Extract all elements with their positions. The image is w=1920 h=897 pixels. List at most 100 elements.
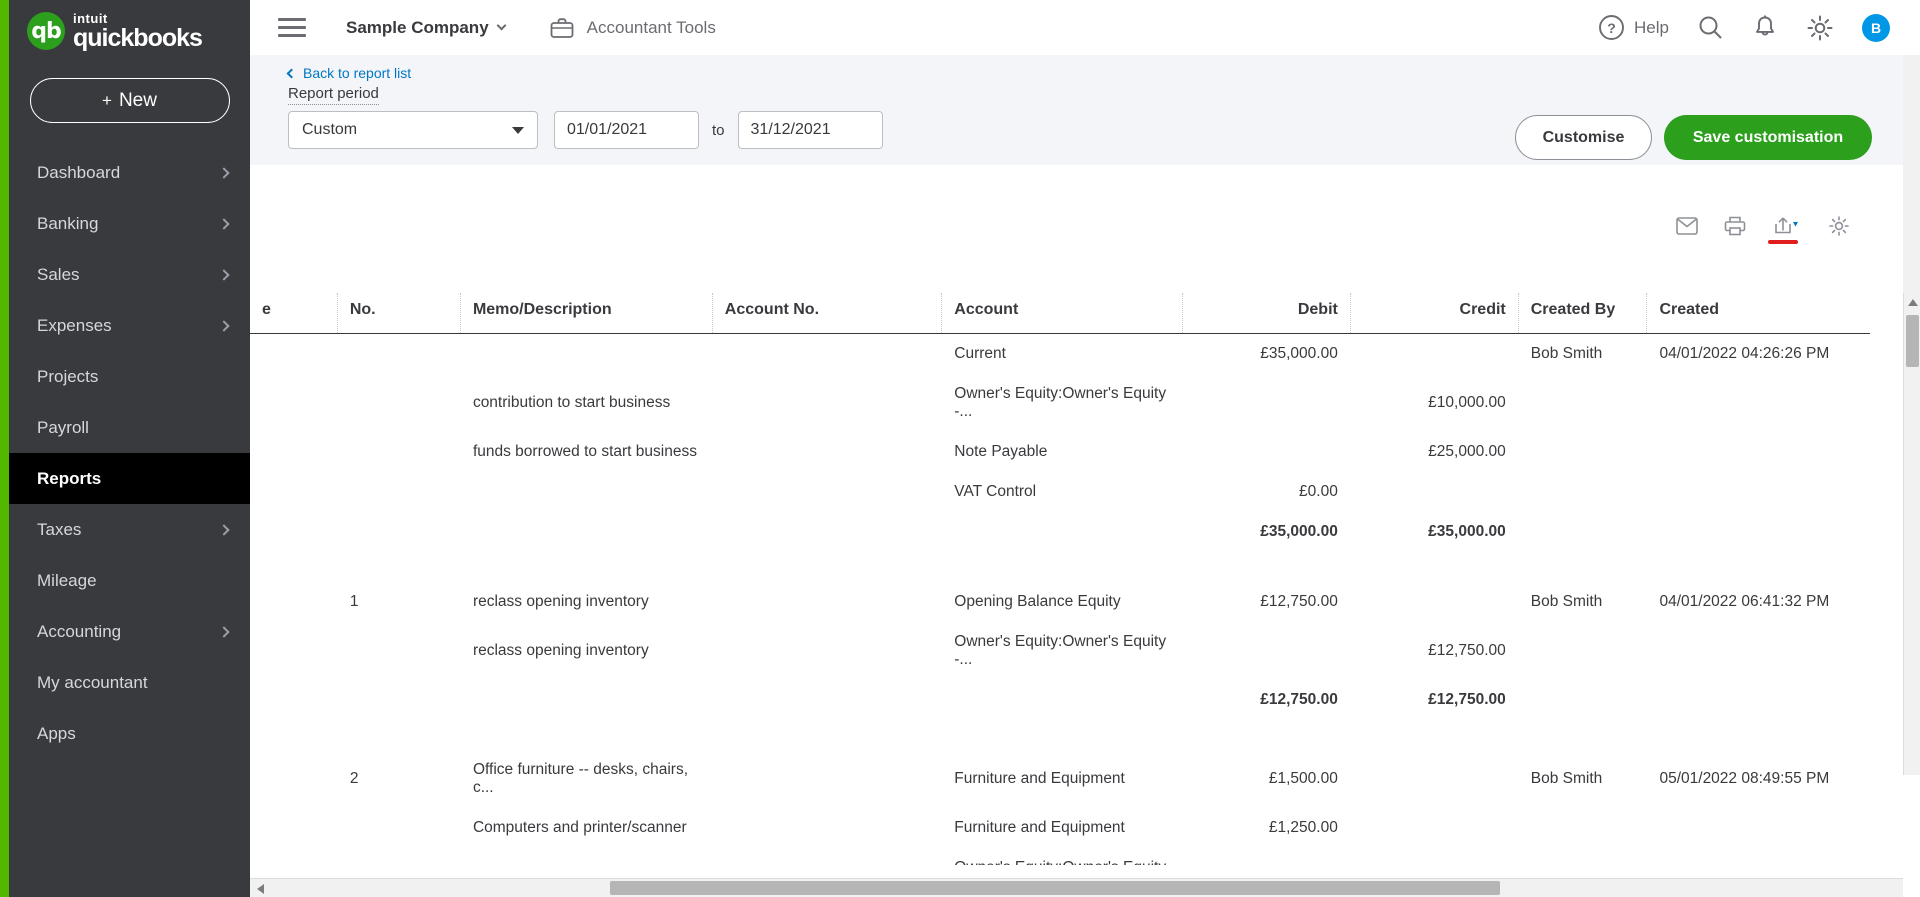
scroll-up-arrow-icon[interactable]: [1908, 299, 1918, 306]
briefcase-icon: [550, 17, 574, 38]
help-button[interactable]: ? Help: [1598, 14, 1669, 41]
table-body: Current £35,000.00 Bob Smith 04/01/2022 04:…: [250, 334, 1870, 865]
export-button[interactable]: [1768, 216, 1802, 244]
table-row[interactable]: Computers and printer/scanner Furniture a…: [250, 808, 1870, 848]
date-to-input[interactable]: [737, 111, 883, 149]
email-button[interactable]: [1676, 217, 1698, 235]
table-total-row[interactable]: £12,750.00 £12,750.00: [250, 680, 1870, 720]
back-to-report-list-link[interactable]: Back to report list: [286, 65, 411, 81]
cell-memo: contribution to start business: [472, 394, 671, 411]
vertical-scrollbar[interactable]: [1903, 293, 1920, 775]
table-row[interactable]: Current £35,000.00 Bob Smith 04/01/2022 04:…: [250, 334, 1870, 375]
cell-credit: £25,000.00: [1428, 443, 1506, 460]
email-icon: [1676, 217, 1698, 235]
chevron-down-icon: [512, 126, 524, 134]
save-customisation-button[interactable]: Save customisation: [1664, 115, 1872, 160]
cell-debit: £35,000.00: [1260, 523, 1338, 540]
chevron-right-icon: [218, 166, 230, 179]
chevron-right-icon: [218, 523, 230, 536]
horizontal-scrollbar-thumb[interactable]: [610, 881, 1500, 895]
cell-account_no: [712, 432, 941, 472]
report-header-strip: [250, 165, 1472, 203]
chevron-right-icon: [218, 217, 230, 230]
sidebar-item-sales[interactable]: Sales: [9, 249, 250, 300]
cell-account_no: [712, 374, 941, 432]
table-row[interactable]: 2 Office furniture -- desks, chairs, c...…: [250, 750, 1870, 808]
cell-account_no: [712, 622, 941, 680]
cell-account_no: [712, 808, 941, 848]
column-header-memo-description[interactable]: Memo/Description: [460, 293, 713, 334]
column-header-no[interactable]: No.: [337, 293, 461, 334]
column-header-account-no[interactable]: Account No.: [712, 293, 943, 334]
sidebar-item-projects[interactable]: Projects: [9, 351, 250, 402]
sidebar-item-label: Projects: [37, 366, 99, 386]
column-header-account[interactable]: Account: [941, 293, 1183, 334]
period-preset-select[interactable]: Custom: [288, 111, 538, 149]
print-button[interactable]: [1724, 216, 1746, 236]
column-header-e[interactable]: e: [250, 293, 338, 334]
column-header-created[interactable]: Created: [1646, 293, 1870, 334]
settings-button[interactable]: [1806, 14, 1834, 42]
cell-credit: [1350, 334, 1518, 375]
accountant-tools-button[interactable]: Accountant Tools: [550, 17, 716, 39]
sidebar-item-payroll[interactable]: Payroll: [9, 402, 250, 453]
cell-created_by: [1518, 472, 1647, 512]
cell-type: [250, 750, 337, 808]
quickbooks-logo[interactable]: qb intuit quickbooks: [9, 0, 250, 62]
cell-no: [337, 808, 460, 848]
report-table-scroll[interactable]: e No. Memo/Description Account No. Account De…: [250, 293, 1870, 865]
horizontal-scrollbar[interactable]: [250, 878, 1903, 897]
column-header-debit[interactable]: Debit: [1182, 293, 1351, 334]
customise-button[interactable]: Customise: [1515, 115, 1652, 160]
cell-no: 1: [349, 593, 359, 610]
table-row[interactable]: 1 reclass opening inventory Opening Balanc…: [250, 582, 1870, 622]
sidebar-item-apps[interactable]: Apps: [9, 708, 250, 759]
scroll-left-arrow-icon[interactable]: [257, 884, 264, 894]
sidebar-item-accounting[interactable]: Accounting: [9, 606, 250, 657]
cell-credit: [1350, 750, 1518, 808]
sidebar-item-label: Mileage: [37, 570, 97, 590]
table-total-row[interactable]: £35,000.00 £35,000.00: [250, 512, 1870, 552]
sidebar-item-taxes[interactable]: Taxes: [9, 504, 250, 555]
table-row[interactable]: funds borrowed to start business Note Pay…: [250, 432, 1870, 472]
table-row[interactable]: Computers and printer/scanner Owner's Equ…: [250, 848, 1870, 865]
chevron-left-icon: [286, 68, 297, 78]
chevron-right-icon: [218, 268, 230, 281]
cell-created: [1647, 472, 1870, 512]
new-button[interactable]: + New: [29, 78, 230, 123]
cell-no: [337, 680, 460, 720]
cell-debit: £35,000.00: [1260, 345, 1338, 362]
cell-created_by: [1518, 848, 1647, 865]
cell-type: [250, 848, 337, 865]
avatar[interactable]: B: [1862, 13, 1890, 42]
company-switcher[interactable]: Sample Company: [346, 18, 507, 38]
cell-credit: £2,750.00: [1350, 848, 1518, 865]
date-from-input[interactable]: [554, 111, 699, 149]
notifications-button[interactable]: [1752, 14, 1778, 41]
cell-debit: [1182, 432, 1350, 472]
cell-created_by: [1518, 622, 1647, 680]
cell-account: Furniture and Equipment: [954, 819, 1125, 836]
column-header-created-by[interactable]: Created By: [1518, 293, 1648, 334]
column-header-credit[interactable]: Credit: [1350, 293, 1519, 334]
sidebar-item-my-accountant[interactable]: My accountant: [9, 657, 250, 708]
cell-account: Furniture and Equipment: [954, 770, 1125, 787]
sidebar-item-label: Accounting: [37, 621, 122, 641]
sidebar-item-dashboard[interactable]: Dashboard: [9, 147, 250, 198]
table-row[interactable]: contribution to start business Owner's Eq…: [250, 374, 1870, 432]
sidebar-item-reports[interactable]: Reports: [9, 453, 250, 504]
sidebar-item-label: Taxes: [37, 519, 82, 539]
sidebar-item-mileage[interactable]: Mileage: [9, 555, 250, 606]
cell-created_by: [1518, 808, 1647, 848]
table-row[interactable]: reclass opening inventory Owner's Equity:…: [250, 622, 1870, 680]
cell-no: [337, 622, 460, 680]
cell-account_no: [712, 334, 941, 375]
chevron-right-icon: [218, 625, 230, 638]
sidebar-item-banking[interactable]: Banking: [9, 198, 250, 249]
search-button[interactable]: [1697, 14, 1724, 41]
report-settings-button[interactable]: [1828, 215, 1850, 237]
vertical-scrollbar-thumb[interactable]: [1906, 315, 1919, 367]
sidebar-item-expenses[interactable]: Expenses: [9, 300, 250, 351]
hamburger-icon[interactable]: [278, 13, 306, 42]
table-row[interactable]: VAT Control £0.00: [250, 472, 1870, 512]
